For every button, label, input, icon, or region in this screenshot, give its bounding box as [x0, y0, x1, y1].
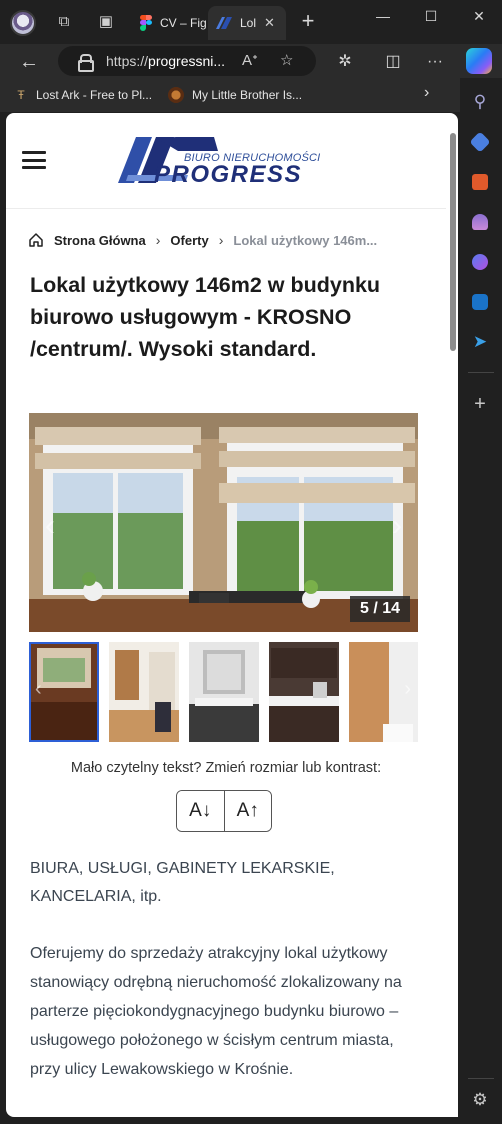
wolf-icon	[168, 87, 184, 103]
thumbnail[interactable]	[109, 642, 179, 742]
minimize-icon[interactable]: —	[370, 6, 396, 26]
lost-ark-icon: Ŧ	[17, 88, 25, 102]
tab-actions-icon[interactable]: ▣	[96, 12, 116, 32]
thumbnail[interactable]	[269, 642, 339, 742]
page-scrollbar[interactable]	[450, 133, 456, 351]
workspaces-icon[interactable]: ⧉	[54, 12, 74, 32]
back-arrow-icon[interactable]: ←	[18, 51, 40, 73]
site-logo[interactable]: BIURO NIERUCHOMOŚCI PROGRESS	[118, 135, 348, 188]
microsoft-365-icon[interactable]	[472, 254, 488, 270]
decrease-font-button[interactable]: A↓	[177, 791, 224, 831]
tools-briefcase-icon[interactable]	[472, 174, 488, 190]
favorite-label: My Little Brother Is...	[192, 88, 303, 102]
maximize-icon[interactable]: ☐	[418, 6, 444, 26]
add-sidebar-app-icon[interactable]: +	[470, 394, 490, 414]
favorite-star-icon[interactable]: ☆	[280, 46, 293, 76]
increase-font-button[interactable]: A↑	[223, 791, 271, 831]
favorite-little-brother[interactable]: My Little Brother Is...	[168, 86, 302, 104]
chevron-right-icon: ›	[218, 232, 224, 248]
close-window-icon[interactable]: ✕	[466, 6, 492, 26]
favorites-overflow-chevron-icon[interactable]: ›	[424, 84, 429, 102]
thumb-prev-arrow-icon[interactable]: ‹	[35, 678, 42, 701]
read-aloud-icon[interactable]: Aᐩ	[242, 46, 258, 76]
favorites-bar: Ŧ Lost Ark - Free to Pl... My Little Bro…	[0, 78, 460, 112]
close-tab-icon[interactable]: ✕	[264, 15, 275, 31]
description-paragraph: Oferujemy do sprzedaży atrakcyjny lokal …	[30, 945, 402, 1078]
favorite-lost-ark[interactable]: Ŧ Lost Ark - Free to Pl...	[14, 86, 152, 104]
thumbnail-image	[109, 642, 179, 742]
breadcrumb-offers-link[interactable]: Oferty	[170, 233, 208, 248]
profile-avatar[interactable]	[10, 10, 36, 36]
settings-gear-icon[interactable]: ⚙	[470, 1090, 490, 1110]
home-icon[interactable]	[28, 232, 44, 248]
page-viewport: BIURO NIERUCHOMOŚCI PROGRESS Strona Głów…	[6, 113, 458, 1117]
url-host: progressni...	[148, 53, 226, 69]
thumbnail[interactable]	[189, 642, 259, 742]
site-header: BIURO NIERUCHOMOŚCI PROGRESS	[6, 113, 446, 209]
description-paragraph: BIURA, USŁUGI, GABINETY LEKARSKIE, KANCE…	[30, 860, 335, 905]
address-bar[interactable]: https://progressni... Aᐩ ☆	[58, 46, 316, 76]
address-toolbar: ← https://progressni... Aᐩ ☆ ✲ ◫ ···	[0, 44, 502, 78]
lock-icon[interactable]	[78, 54, 94, 72]
search-icon[interactable]: ⚲	[470, 92, 490, 112]
thumb-next-arrow-icon[interactable]: ›	[404, 678, 411, 701]
tab-label: CV – Fig	[160, 16, 207, 30]
thumbnail-image	[269, 642, 339, 742]
thumbnail[interactable]: ‹	[29, 642, 99, 742]
shopping-tag-icon[interactable]	[469, 131, 491, 153]
font-size-controls: A↓ A↑	[176, 790, 272, 832]
thumbnail-strip: ‹ ›	[29, 642, 418, 742]
sidebar-divider	[468, 1078, 494, 1079]
more-menu-icon[interactable]: ···	[424, 51, 446, 73]
gallery-counter: 5 / 14	[349, 596, 410, 622]
tab-figma[interactable]: CV – Fig	[132, 6, 208, 40]
gallery-prev-arrow-icon[interactable]: ‹	[45, 509, 55, 543]
tab-progress[interactable]: Lol ✕	[208, 6, 286, 40]
breadcrumb-home-link[interactable]: Strona Główna	[54, 233, 146, 248]
edge-sidebar: ⚲ ➤ + ⚙	[460, 78, 502, 1124]
telegram-icon[interactable]: ➤	[470, 332, 490, 352]
gallery-next-arrow-icon[interactable]: ›	[392, 509, 402, 543]
games-icon[interactable]	[472, 214, 488, 230]
extensions-icon[interactable]: ✲	[334, 51, 356, 73]
favorite-label: Lost Ark - Free to Pl...	[36, 88, 153, 102]
hamburger-menu-icon[interactable]	[22, 151, 46, 169]
figma-icon	[140, 15, 152, 31]
progress-favicon	[216, 17, 232, 29]
main-photo[interactable]: ‹ › 5 / 14	[29, 413, 418, 632]
chevron-right-icon: ›	[155, 232, 161, 248]
split-screen-icon[interactable]: ◫	[382, 51, 404, 73]
new-tab-button[interactable]: +	[296, 10, 320, 34]
copilot-icon[interactable]	[466, 48, 492, 74]
breadcrumb: Strona Główna › Oferty › Lokal użytkowy …	[28, 231, 377, 249]
logo-title: PROGRESS	[154, 161, 303, 188]
breadcrumb-current: Lokal użytkowy 146m...	[233, 232, 378, 248]
url-scheme: https://	[106, 53, 149, 69]
outlook-icon[interactable]	[472, 294, 488, 310]
sidebar-divider	[468, 372, 494, 373]
thumbnail[interactable]: ›	[349, 642, 418, 742]
accessibility-prompt: Mało czytelny tekst? Zmień rozmiar lub k…	[70, 760, 382, 776]
browser-tab-bar: ⧉ ▣ CV – Fig Lol ✕ + — ☐ ✕	[0, 0, 502, 44]
page-title: Lokal użytkowy 146m2 w budynku biurowo u…	[30, 273, 381, 361]
thumbnail-image	[189, 642, 259, 742]
tab-label: Lol	[240, 16, 257, 30]
